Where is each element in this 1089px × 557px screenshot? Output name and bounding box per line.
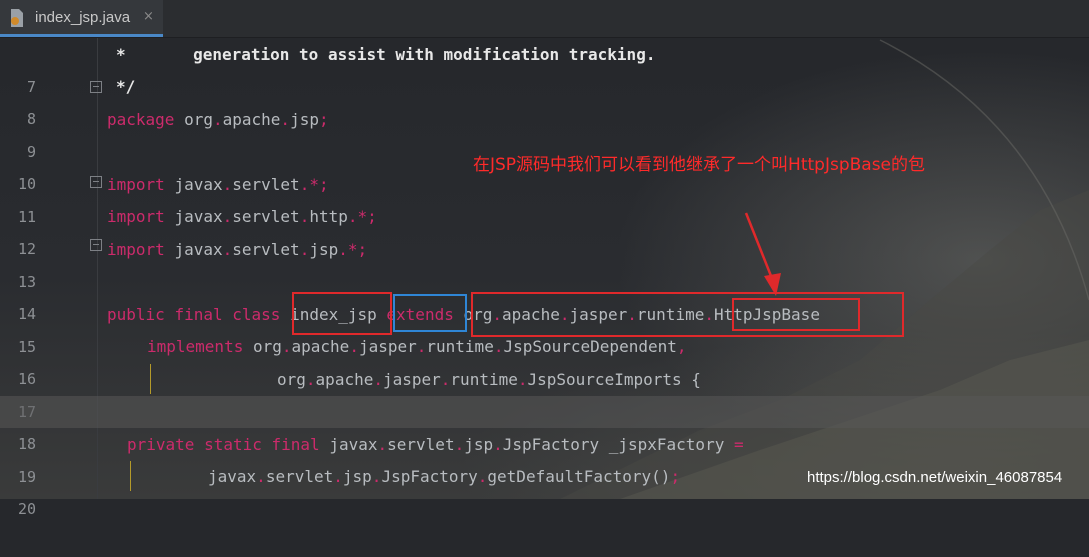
watermark-url: https://blog.csdn.net/weixin_46087854 <box>807 469 1063 486</box>
annotation-arrow <box>744 212 781 296</box>
